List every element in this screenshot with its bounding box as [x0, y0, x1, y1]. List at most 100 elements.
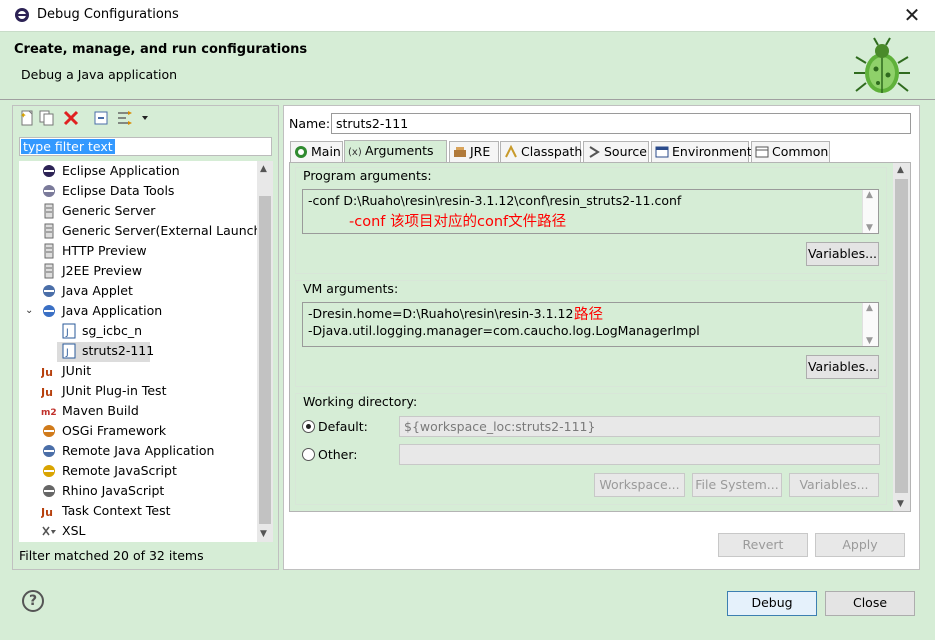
- tree-item[interactable]: Eclipse Application: [19, 161, 259, 181]
- banner-title: Create, manage, and run configurations: [14, 42, 308, 57]
- default-dir-label[interactable]: Default:: [318, 419, 368, 434]
- vm-arguments-title: VM arguments:: [303, 281, 399, 296]
- content-scroll-thumb[interactable]: [895, 179, 908, 493]
- default-dir-radio[interactable]: [302, 420, 315, 433]
- tab-source[interactable]: Source: [583, 141, 649, 162]
- other-dir-field: [399, 444, 880, 465]
- tab-arguments-label: Arguments: [365, 143, 434, 158]
- working-directory-title: Working directory:: [303, 394, 418, 409]
- close-button[interactable]: Close: [825, 591, 915, 616]
- tree-item-label: Maven Build: [62, 403, 139, 418]
- tree-item[interactable]: XSL: [19, 521, 259, 541]
- dropdown-icon[interactable]: [138, 109, 156, 127]
- svg-text:m2: m2: [41, 408, 57, 418]
- tree-item-label: Eclipse Application: [62, 163, 180, 178]
- tree-item[interactable]: Ju Task Context Test: [19, 501, 259, 521]
- config-name-input[interactable]: struts2-111: [331, 113, 911, 134]
- classpath-tab-icon: [505, 145, 517, 158]
- tree-item[interactable]: OSGi Framework: [19, 421, 259, 441]
- jre-tab-icon: [454, 147, 466, 157]
- filter-input-placeholder[interactable]: type filter text: [21, 139, 115, 154]
- file-system-button[interactable]: File System...: [692, 473, 782, 497]
- tree-item-label: XSL: [62, 523, 86, 538]
- osgi-icon: [43, 425, 55, 437]
- tree-item[interactable]: ⌄ Java Application: [19, 301, 259, 321]
- tree-item[interactable]: Generic Server: [19, 201, 259, 221]
- tree-item[interactable]: Java Applet: [19, 281, 259, 301]
- tree-item-label: JUnit Plug-in Test: [62, 383, 167, 398]
- tree-item[interactable]: HTTP Preview: [19, 241, 259, 261]
- program-args-variables-button[interactable]: Variables...: [806, 242, 879, 266]
- program-arguments-title: Program arguments:: [303, 168, 432, 183]
- svg-text:Ju: Ju: [41, 366, 53, 379]
- tree-item[interactable]: Ju JUnit Plug-in Test: [19, 381, 259, 401]
- new-config-icon[interactable]: ✦: [18, 109, 36, 127]
- filter-status: Filter matched 20 of 32 items: [19, 548, 204, 563]
- remote-js-icon: [43, 465, 55, 477]
- vm-args-annotation: 路径: [574, 307, 603, 323]
- tree-item[interactable]: J2EE Preview: [19, 261, 259, 281]
- tree-item-label: Eclipse Data Tools: [62, 183, 175, 198]
- tree-item[interactable]: Eclipse Data Tools: [19, 181, 259, 201]
- default-dir-field: ${workspace_loc:struts2-111}: [399, 416, 880, 437]
- tree-item[interactable]: Rhino JavaScript: [19, 481, 259, 501]
- tree-item[interactable]: Jsg_icbc_n: [19, 321, 259, 341]
- main-tab-icon: [295, 146, 307, 158]
- tree-item-label: HTTP Preview: [62, 243, 147, 258]
- remote-java-icon: [43, 445, 55, 457]
- tree-item-label: struts2-111: [82, 343, 155, 358]
- close-window-button[interactable]: ✕: [899, 2, 925, 28]
- help-icon[interactable]: ?: [22, 590, 44, 612]
- tree-item[interactable]: Ju JUnit: [19, 361, 259, 381]
- revert-button[interactable]: Revert: [718, 533, 808, 557]
- tree-item[interactable]: m2 Maven Build: [19, 401, 259, 421]
- program-args-annotation: -conf 该项目对应的conf文件路径: [349, 214, 567, 230]
- vm-args-scrollbar[interactable]: ▲ ▼: [862, 303, 878, 346]
- eclipse-icon: [43, 165, 55, 177]
- environment-tab-icon: [655, 146, 669, 158]
- tree-item-label: Generic Server: [62, 203, 156, 218]
- tree-scroll-thumb[interactable]: [259, 196, 271, 524]
- tab-common-label: Common: [772, 144, 829, 159]
- svg-text:Ju: Ju: [41, 506, 53, 519]
- tab-environment[interactable]: Environment: [651, 141, 752, 162]
- tree-item-label: Generic Server(External Launch): [62, 223, 267, 238]
- delete-icon[interactable]: [62, 109, 80, 127]
- tab-main[interactable]: Main: [290, 141, 343, 162]
- vm-args-variables-button[interactable]: Variables...: [806, 355, 879, 379]
- workspace-button[interactable]: Workspace...: [594, 473, 685, 497]
- tab-jre[interactable]: JRE: [449, 141, 499, 162]
- program-args-scrollbar[interactable]: ▲ ▼: [862, 190, 878, 233]
- tree-item[interactable]: Remote JavaScript: [19, 461, 259, 481]
- expand-chevron-icon[interactable]: ⌄: [25, 301, 33, 321]
- config-tree[interactable]: Eclipse Application Eclipse Data Tools Gen…: [19, 161, 266, 542]
- tab-main-label: Main: [311, 144, 341, 159]
- debug-button[interactable]: Debug: [727, 591, 817, 616]
- tree-item[interactable]: Jstruts2-111: [19, 341, 259, 361]
- tree-item-label: sg_icbc_n: [82, 323, 143, 338]
- program-arguments-text: -conf D:\Ruaho\resin\resin-3.1.12\conf\r…: [308, 193, 682, 208]
- java-app-icon: [43, 305, 55, 317]
- tab-common[interactable]: Common: [751, 141, 830, 162]
- xsl-icon: [42, 526, 56, 536]
- filter-icon[interactable]: [116, 109, 134, 127]
- header-banner: Create, manage, and run configurations D…: [0, 31, 935, 99]
- tab-classpath[interactable]: Classpath: [500, 141, 582, 162]
- collapse-all-icon[interactable]: [92, 109, 110, 127]
- tree-item-label: Java Applet: [62, 283, 133, 298]
- tab-arguments[interactable]: (x)= Arguments: [344, 140, 447, 163]
- tree-item[interactable]: Remote Java Application: [19, 441, 259, 461]
- svg-text:J: J: [65, 328, 69, 338]
- tree-item-label: JUnit: [62, 363, 92, 378]
- other-dir-radio[interactable]: [302, 448, 315, 461]
- tree-item-label: Remote Java Application: [62, 443, 215, 458]
- debug-bug-icon: [854, 37, 910, 93]
- tree-item-label: Remote JavaScript: [62, 463, 177, 478]
- apply-button[interactable]: Apply: [815, 533, 905, 557]
- duplicate-icon[interactable]: [38, 109, 56, 127]
- tree-item-label: Task Context Test: [62, 503, 171, 518]
- working-dir-variables-button[interactable]: Variables...: [789, 473, 879, 497]
- other-dir-label[interactable]: Other:: [318, 447, 357, 462]
- common-tab-icon: [755, 146, 769, 158]
- tree-item[interactable]: Generic Server(External Launch): [19, 221, 266, 241]
